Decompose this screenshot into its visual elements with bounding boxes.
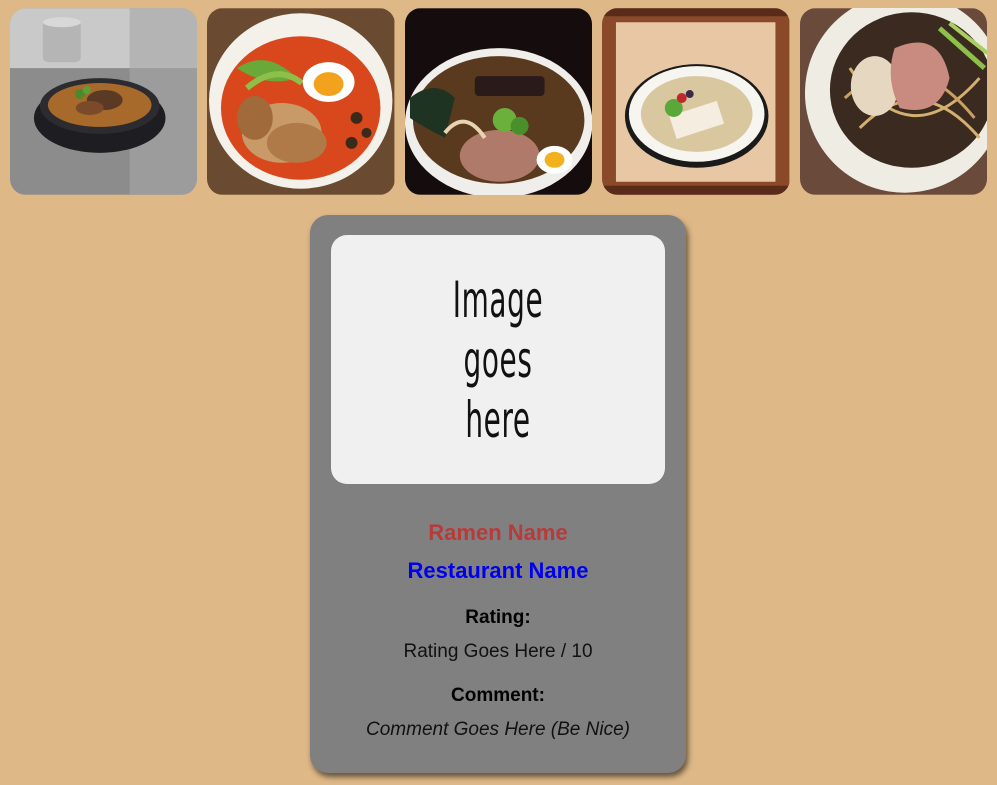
ramen-bowl-spicy-icon: [207, 8, 395, 195]
ramen-thumb-1[interactable]: [10, 8, 198, 195]
ramen-bowl-naruto-icon: [404, 8, 593, 195]
ramen-detail-card: Image goes here Ramen Name Restaurant Na…: [310, 215, 686, 773]
ramen-thumb-5[interactable]: [799, 8, 988, 195]
ramen-bowl-chashu-icon: [799, 8, 988, 195]
ramen-thumb-3[interactable]: [404, 8, 593, 195]
comment-label: Comment:: [451, 685, 545, 706]
ramen-bowl-tofu-icon: [602, 8, 790, 195]
rating-label: Rating:: [465, 607, 531, 628]
restaurant-name: Restaurant Name: [407, 558, 589, 583]
image-placeholder-text: Image goes here: [452, 270, 544, 449]
detail-image-placeholder: Image goes here: [331, 235, 665, 484]
ramen-thumb-2[interactable]: [207, 8, 395, 195]
rating-value: Rating Goes Here / 10: [403, 641, 593, 662]
comment-value: Comment Goes Here (Be Nice): [366, 719, 630, 740]
ramen-name: Ramen Name: [428, 520, 568, 545]
ramen-bowl-dark-icon: [10, 8, 198, 195]
ramen-menu: [10, 8, 988, 195]
ramen-thumb-4[interactable]: [602, 8, 790, 195]
